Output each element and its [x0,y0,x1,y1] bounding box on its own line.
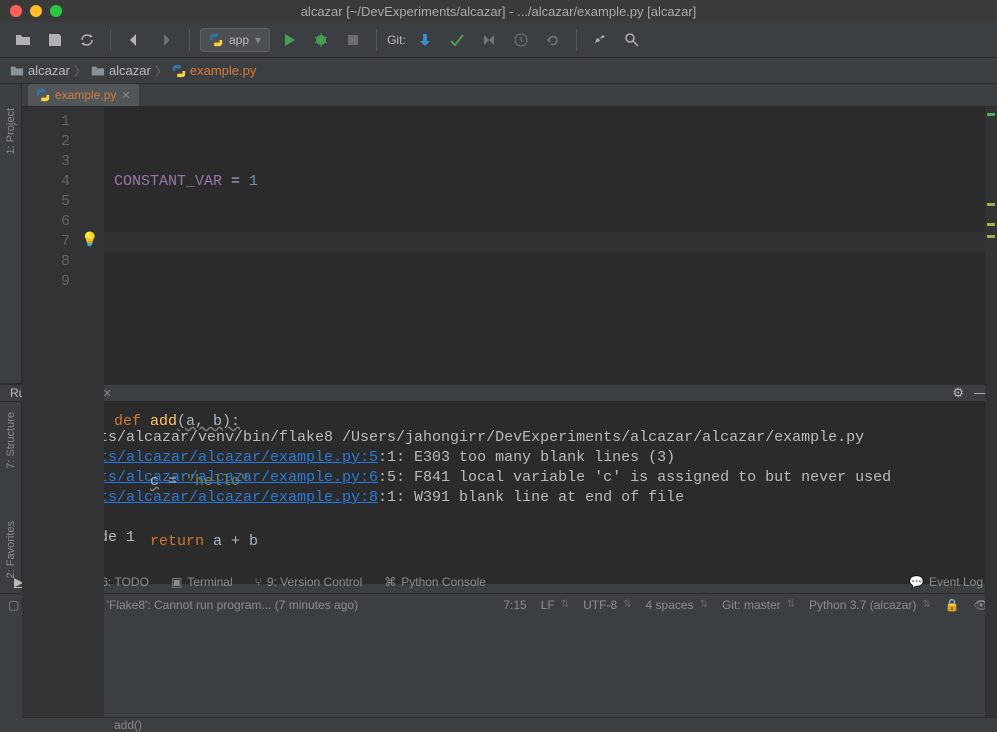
tool-windows-icon[interactable]: ▢ [8,598,19,612]
window-zoom-button[interactable] [50,5,62,17]
search-icon[interactable] [619,27,645,53]
folder-icon [10,64,24,78]
breadcrumb-root[interactable]: alcazar [10,63,70,78]
git-revert-icon[interactable] [540,27,566,53]
run-icon[interactable] [276,27,302,53]
breadcrumb-file[interactable]: example.py [172,63,256,78]
favorites-tool-tab[interactable]: 2: Favorites [3,515,19,584]
window-close-button[interactable] [10,5,22,17]
git-compare-icon[interactable] [476,27,502,53]
titlebar: alcazar [~/DevExperiments/alcazar] - ...… [0,0,997,22]
run-config-selector[interactable]: app ▾ [200,28,270,52]
chevron-right-icon: 〉 [74,61,87,80]
git-label: Git: [387,33,406,47]
python-icon [209,33,223,47]
breadcrumb-folder[interactable]: alcazar [91,63,151,78]
folder-icon [91,64,105,78]
sync-icon[interactable] [74,27,100,53]
chevron-down-icon: ▾ [255,33,261,47]
left-tool-strip: 1: Project [0,84,22,383]
close-icon[interactable]: ✕ [121,89,130,102]
back-icon[interactable] [121,27,147,53]
git-commit-icon[interactable] [444,27,470,53]
main-toolbar: app ▾ Git: [0,22,997,58]
editor-context: add() [22,717,997,732]
window-minimize-button[interactable] [30,5,42,17]
code-editor[interactable]: CONSTANT_VAR = 1 def add(a, b): c = "hel… [104,107,985,717]
chevron-right-icon: 〉 [155,61,168,80]
navigation-breadcrumb: alcazar 〉 alcazar 〉 example.py [0,58,997,84]
open-icon[interactable] [10,27,36,53]
left-tool-strip-lower: 7: Structure 2: Favorites [0,402,22,584]
tab-filename: example.py [55,88,116,102]
intention-bulb-icon[interactable]: 💡 [81,232,98,249]
structure-tool-tab[interactable]: 7: Structure [3,406,19,475]
save-icon[interactable] [42,27,68,53]
line-number-gutter: 123 456 789 [22,107,78,717]
forward-icon[interactable] [153,27,179,53]
window-title: alcazar [~/DevExperiments/alcazar] - ...… [0,4,997,19]
project-tool-tab[interactable]: 1: Project [3,102,19,160]
stop-icon[interactable] [340,27,366,53]
git-update-icon[interactable] [412,27,438,53]
editor-tab[interactable]: example.py ✕ [28,84,139,106]
run-config-label: app [229,33,249,47]
debug-icon[interactable] [308,27,334,53]
python-icon [36,88,50,102]
gutter-icon-strip: 💡 [78,107,104,717]
git-history-icon[interactable] [508,27,534,53]
python-icon [172,64,186,78]
settings-icon[interactable] [587,27,613,53]
error-stripe[interactable] [985,107,997,717]
editor-tabs: example.py ✕ [22,84,997,107]
